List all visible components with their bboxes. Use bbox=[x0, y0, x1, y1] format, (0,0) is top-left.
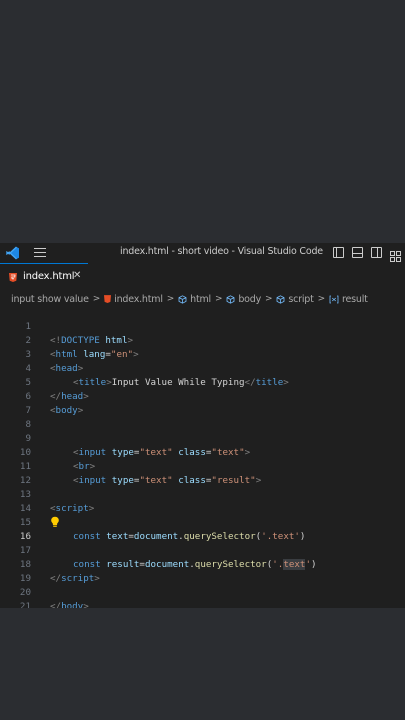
customize-layout-icon[interactable] bbox=[390, 247, 401, 262]
element-cube-icon bbox=[178, 294, 187, 304]
code-line: 13 <script> bbox=[0, 474, 405, 514]
chevron-right-icon: > bbox=[214, 294, 223, 304]
code-line: 1 <!DOCTYPE html> bbox=[0, 306, 405, 346]
breadcrumb-body[interactable]: body bbox=[238, 294, 261, 305]
tab-label: index.html bbox=[23, 271, 75, 282]
html5-file-icon bbox=[104, 295, 112, 303]
chevron-right-icon: > bbox=[92, 294, 101, 304]
code-line: 18 </script> bbox=[0, 544, 405, 584]
breadcrumb-file[interactable]: index.html bbox=[114, 294, 163, 305]
code-line: 7 bbox=[0, 390, 405, 416]
code-line: 2 <html lang="en"> bbox=[0, 320, 405, 360]
code-line: 14 bbox=[0, 488, 405, 514]
close-tab-icon[interactable]: ✕ bbox=[73, 270, 81, 281]
vscode-logo-icon bbox=[6, 246, 19, 260]
breadcrumb-result[interactable]: result bbox=[342, 294, 368, 305]
code-line: 15 const text=document.querySelector('.t… bbox=[0, 502, 405, 542]
breadcrumb-script[interactable]: script bbox=[288, 294, 313, 305]
chevron-right-icon: > bbox=[166, 294, 175, 304]
code-line: 21 </html> bbox=[0, 586, 405, 626]
code-line: 17 bbox=[0, 530, 405, 556]
code-line: 9 <input type="text" class="text"> bbox=[0, 418, 405, 458]
toggle-primary-sidebar-icon[interactable] bbox=[333, 247, 344, 258]
code-line: 19 bbox=[0, 558, 405, 584]
lightbulb-icon[interactable] bbox=[50, 516, 60, 528]
code-line: 12 bbox=[0, 460, 405, 486]
menu-icon[interactable] bbox=[34, 248, 46, 258]
chevron-right-icon: > bbox=[317, 294, 326, 304]
code-line: 11 <input type="text" class="result"> bbox=[0, 446, 405, 486]
tab-bar: index.html ✕ bbox=[0, 263, 405, 291]
window-title: index.html - short video - Visual Studio… bbox=[120, 246, 323, 257]
code-line: 4 <title>Input Value While Typing</title… bbox=[0, 348, 405, 388]
chevron-right-icon: > bbox=[265, 294, 273, 304]
element-cube-icon bbox=[226, 294, 235, 304]
editor[interactable]: input show value > index.html > html > b… bbox=[0, 290, 405, 626]
code-line-active: 16 const result=document.querySelector('… bbox=[0, 516, 405, 570]
code-line: 5 </head> bbox=[0, 362, 405, 402]
code-line: 6 <body> bbox=[0, 376, 405, 416]
toggle-panel-icon[interactable] bbox=[352, 247, 363, 258]
breadcrumb-folder[interactable]: input show value bbox=[11, 294, 89, 305]
layout-controls bbox=[333, 247, 401, 262]
tab-index-html[interactable]: index.html ✕ bbox=[0, 263, 88, 290]
breadcrumb-html[interactable]: html bbox=[190, 294, 211, 305]
breadcrumb: input show value > index.html > html > b… bbox=[11, 292, 368, 306]
toggle-secondary-sidebar-icon[interactable] bbox=[371, 247, 382, 258]
title-bar: index.html - short video - Visual Studio… bbox=[0, 243, 405, 263]
code-line: 3 <head> bbox=[0, 334, 405, 374]
code-line: 20 </body> bbox=[0, 572, 405, 612]
html5-file-icon bbox=[9, 273, 17, 282]
code-line: 8 bbox=[0, 404, 405, 430]
outer-background bbox=[0, 608, 405, 720]
variable-icon bbox=[329, 295, 339, 303]
element-cube-icon bbox=[276, 294, 285, 304]
code-line: 10 <br> bbox=[0, 432, 405, 472]
